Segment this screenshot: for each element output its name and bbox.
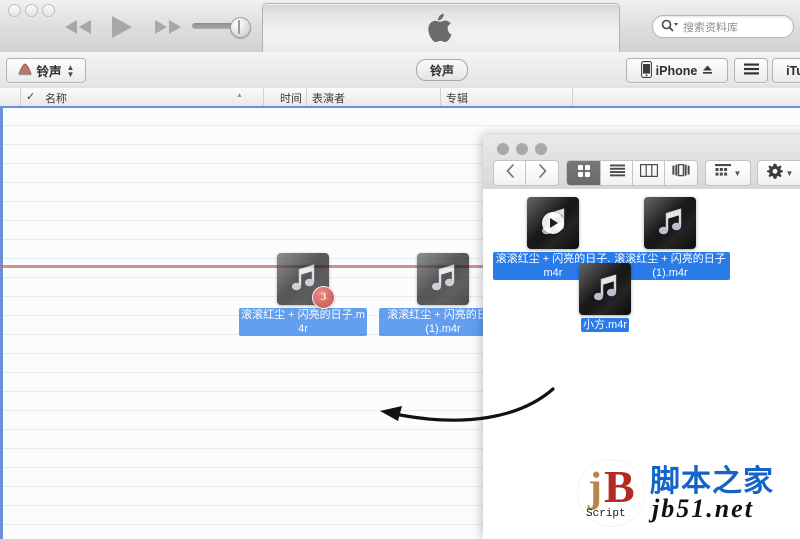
next-track-button[interactable]: [152, 18, 184, 36]
gear-icon: [766, 163, 783, 184]
device-label: iPhone: [655, 63, 698, 78]
music-file-icon: [417, 253, 469, 305]
column-view-icon: [640, 164, 658, 182]
chevron-updown-icon: ▲ ▼: [66, 62, 75, 79]
volume-knob[interactable]: [230, 17, 251, 38]
icon-view-icon: [577, 164, 591, 183]
itunes-display-panel: [262, 3, 620, 56]
iphone-icon: [640, 60, 652, 81]
finder-list-view-button[interactable]: [600, 160, 633, 186]
previous-track-button[interactable]: [62, 18, 94, 36]
play-button[interactable]: [108, 15, 134, 39]
apple-logo-icon: [428, 13, 454, 48]
previous-icon: [65, 20, 91, 34]
column-divider: [20, 88, 21, 106]
back-icon: [506, 163, 515, 183]
watermark-script-label: Script: [586, 508, 626, 520]
finder-column-view-button[interactable]: [632, 160, 665, 186]
list-view-button[interactable]: [734, 58, 768, 83]
volume-slider[interactable]: [192, 17, 254, 38]
column-divider: [263, 88, 264, 106]
column-divider: [572, 88, 573, 106]
finder-action-button[interactable]: ▼: [757, 160, 800, 186]
search-input[interactable]: 搜索资料库: [652, 15, 794, 38]
watermark-logo: j B Script: [578, 460, 644, 526]
watermark: j B Script 脚本之家 jb51.net: [578, 452, 800, 534]
coverflow-view-icon: [672, 163, 690, 182]
list-view-icon: [609, 164, 625, 182]
music-file-icon: [527, 197, 579, 249]
music-file-icon: 3: [277, 253, 335, 309]
play-overlay-icon[interactable]: [542, 212, 564, 234]
watermark-letter-j: j: [588, 465, 602, 511]
finder-forward-button[interactable]: [525, 160, 559, 186]
forward-icon: [538, 163, 547, 183]
dragged-file-label: 滚滚红尘 + 闪亮的日子.m4r: [239, 308, 367, 336]
finder-arrange-button[interactable]: ▼: [705, 160, 751, 186]
itunes-store-button[interactable]: iTu: [772, 58, 800, 83]
arrange-icon: [714, 164, 731, 182]
search-placeholder: 搜索资料库: [683, 22, 738, 34]
finder-maximize-button[interactable]: [535, 143, 547, 155]
music-file-icon: [579, 263, 631, 315]
tab-ringtone[interactable]: 铃声: [416, 59, 468, 81]
play-icon: [112, 16, 132, 38]
chevron-down-icon: ▼: [785, 168, 794, 178]
annotation-arrow: [370, 385, 560, 435]
itunes-navbar: 铃声 ▲ ▼ 铃声 iPhone iT: [0, 52, 800, 89]
dragged-file-1[interactable]: 3 滚滚红尘 + 闪亮的日子.m4r: [228, 253, 378, 337]
device-button-iphone[interactable]: iPhone: [626, 58, 728, 83]
list-view-icon: [743, 63, 759, 78]
tab-ringtone-label: 铃声: [429, 63, 454, 78]
bell-icon: [17, 63, 32, 79]
finder-minimize-button[interactable]: [516, 143, 528, 155]
music-file-icon: [644, 197, 696, 249]
window-maximize-button[interactable]: [42, 4, 55, 17]
track-list-column-header: ✓ 名称 ▲ 时间 表演者 专辑: [0, 88, 800, 107]
watermark-site-url: jb51.net: [652, 494, 754, 523]
column-header-time[interactable]: 时间: [280, 90, 302, 106]
finder-titlebar: ▼ ▼: [483, 135, 800, 190]
window-minimize-button[interactable]: [25, 4, 38, 17]
itunes-store-label: iTu: [786, 63, 800, 78]
window-close-button[interactable]: [8, 4, 21, 17]
source-selector-button[interactable]: 铃声 ▲ ▼: [6, 58, 86, 83]
search-icon[interactable]: [661, 19, 678, 38]
transport-controls: [62, 10, 192, 42]
drag-count-badge: 3: [312, 286, 335, 309]
column-divider: [306, 88, 307, 106]
column-header-check[interactable]: ✓: [26, 90, 35, 103]
chevron-down-icon: ▼: [733, 168, 742, 178]
eject-icon[interactable]: [702, 64, 713, 78]
curved-arrow-left-icon: [380, 387, 555, 422]
finder-close-button[interactable]: [497, 143, 509, 155]
watermark-letter-b: B: [604, 461, 635, 512]
column-header-artist[interactable]: 表演者: [312, 90, 345, 106]
finder-icon-view-button[interactable]: [566, 160, 601, 186]
finder-file-item[interactable]: 小方.m4r: [545, 263, 665, 333]
source-selector-label: 铃声: [36, 65, 62, 79]
sort-ascending-icon: ▲: [236, 92, 243, 99]
finder-file-label: 小方.m4r: [581, 318, 629, 332]
next-icon: [155, 20, 181, 34]
column-divider: [440, 88, 441, 106]
column-header-album[interactable]: 专辑: [446, 90, 468, 106]
column-header-name[interactable]: 名称: [45, 90, 67, 106]
itunes-titlebar: 搜索资料库: [0, 0, 800, 56]
finder-back-button[interactable]: [493, 160, 526, 186]
finder-coverflow-view-button[interactable]: [664, 160, 698, 186]
